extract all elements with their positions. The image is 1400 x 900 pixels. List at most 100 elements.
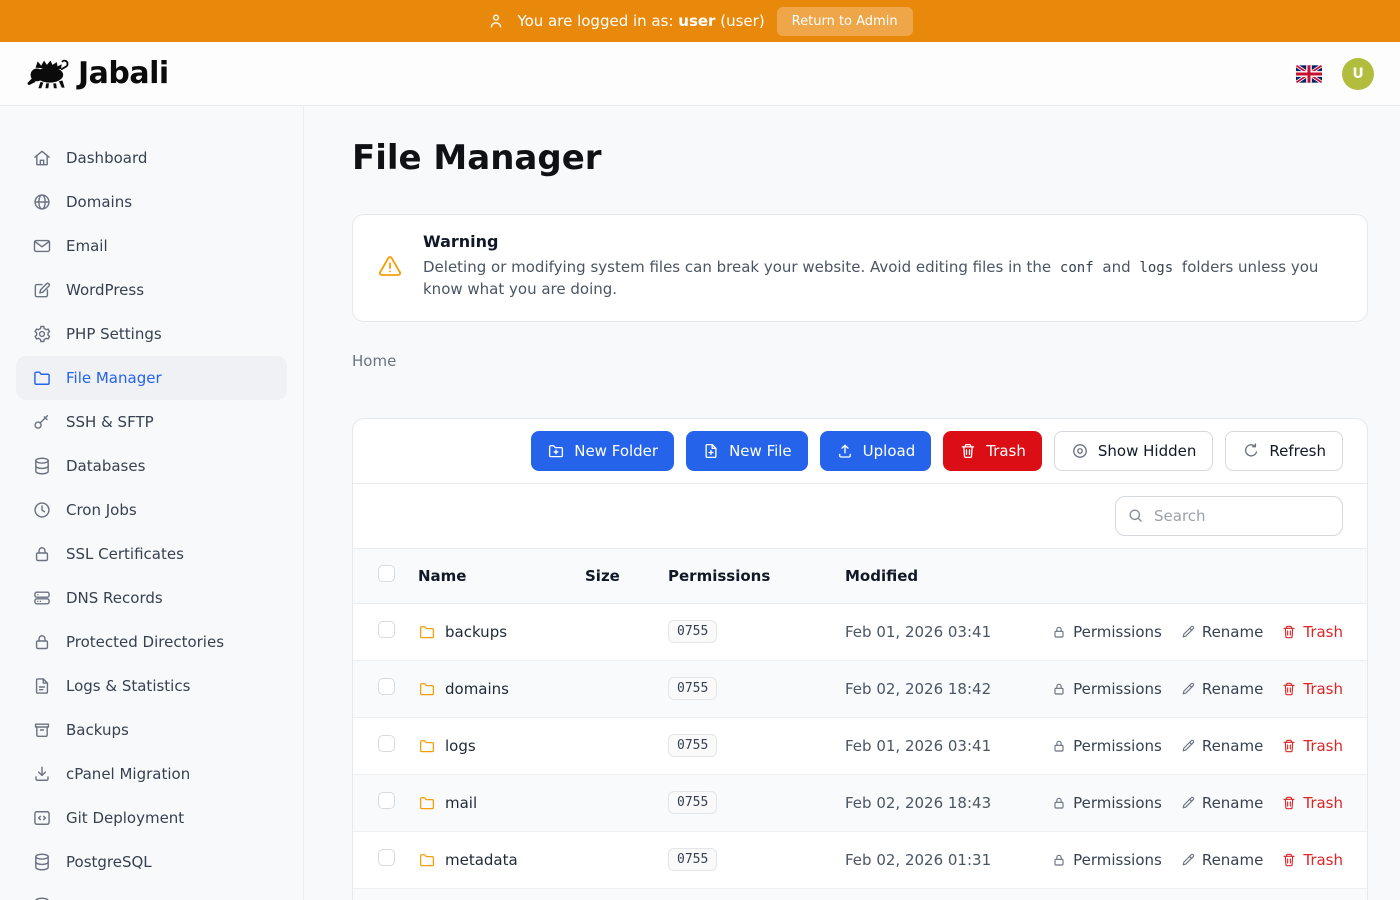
file-name-link[interactable]: metadata [418, 851, 585, 869]
file-name-link[interactable]: domains [418, 680, 585, 698]
file-toolbar: New Folder New File Upload Trash Show Hi… [353, 419, 1367, 484]
rename-action[interactable]: Rename [1180, 623, 1264, 641]
file-manager-card: New Folder New File Upload Trash Show Hi… [352, 418, 1368, 900]
upload-button[interactable]: Upload [820, 431, 932, 471]
refresh-icon [1242, 442, 1260, 460]
sidebar-item-label: Domains [66, 193, 132, 211]
row-checkbox[interactable] [378, 621, 395, 638]
file-name-link[interactable]: logs [418, 737, 585, 755]
sidebar-item-git-deployment[interactable]: Git Deployment [16, 796, 287, 840]
new-file-button[interactable]: New File [686, 431, 808, 471]
sidebar-item-dns-records[interactable]: DNS Records [16, 576, 287, 620]
sidebar-item-email[interactable]: Email [16, 224, 287, 268]
select-all-checkbox[interactable] [378, 565, 395, 582]
permissions-action[interactable]: Permissions [1051, 794, 1162, 812]
permissions-action[interactable]: Permissions [1051, 737, 1162, 755]
box-icon [32, 720, 52, 740]
modified-date [845, 888, 1067, 900]
sidebar-item-label: Git Deployment [66, 809, 184, 827]
folder-icon [418, 623, 436, 641]
column-header-size: Size [585, 549, 668, 603]
folder-icon [418, 680, 436, 698]
column-header-modified: Modified [845, 549, 1067, 603]
modified-date: Feb 01, 2026 03:41 [845, 603, 1067, 660]
user-avatar[interactable]: U [1342, 58, 1374, 90]
sidebar-item-ssl-certificates[interactable]: SSL Certificates [16, 532, 287, 576]
gear-icon [32, 324, 52, 344]
return-to-admin-button[interactable]: Return to Admin [777, 7, 913, 36]
permissions-action[interactable]: Permissions [1051, 623, 1162, 641]
file-name-link[interactable]: backups [418, 623, 585, 641]
file-table: Name Size Permissions Modified backups07… [353, 549, 1367, 900]
sidebar-item-partial[interactable] [16, 884, 287, 900]
sidebar-item-protected-directories[interactable]: Protected Directories [16, 620, 287, 664]
folder-icon [418, 794, 436, 812]
refresh-button[interactable]: Refresh [1225, 431, 1343, 471]
sidebar-item-domains[interactable]: Domains [16, 180, 287, 224]
trash-action[interactable]: Trash [1281, 851, 1343, 869]
sidebar-item-backups[interactable]: Backups [16, 708, 287, 752]
server-icon [32, 588, 52, 608]
file-name-link[interactable]: mail [418, 794, 585, 812]
sidebar-item-label: File Manager [66, 369, 162, 387]
download-icon [32, 764, 52, 784]
row-checkbox[interactable] [378, 678, 395, 695]
permissions-badge: 0755 [668, 791, 717, 814]
trash-icon [1281, 681, 1297, 697]
sidebar-item-postgresql[interactable]: PostgreSQL [16, 840, 287, 884]
permissions-badge: 0755 [668, 734, 717, 757]
permissions-badge: 0755 [668, 620, 717, 643]
sidebar-item-php-settings[interactable]: PHP Settings [16, 312, 287, 356]
breadcrumb-home-link[interactable]: Home [352, 352, 396, 370]
sidebar-item-databases[interactable]: Databases [16, 444, 287, 488]
sidebar-item-ssh-sftp[interactable]: SSH & SFTP [16, 400, 287, 444]
mail-icon [32, 236, 52, 256]
rename-action[interactable]: Rename [1180, 737, 1264, 755]
sidebar-item-label: Email [66, 237, 108, 255]
search-input[interactable] [1115, 496, 1343, 536]
trash-action[interactable]: Trash [1281, 680, 1343, 698]
show-hidden-button[interactable]: Show Hidden [1054, 431, 1213, 471]
sidebar-item-cpanel-migration[interactable]: cPanel Migration [16, 752, 287, 796]
sidebar-item-wordpress[interactable]: WordPress [16, 268, 287, 312]
brand-logo[interactable]: Jabali [26, 55, 169, 93]
trash-action[interactable]: Trash [1281, 623, 1343, 641]
sidebar-item-label: DNS Records [66, 589, 163, 607]
sidebar-item-label: Dashboard [66, 149, 147, 167]
permissions-action[interactable]: Permissions [1051, 851, 1162, 869]
permissions-action[interactable]: Permissions [1051, 680, 1162, 698]
rename-action[interactable]: Rename [1180, 851, 1264, 869]
modified-date: Feb 02, 2026 18:43 [845, 774, 1067, 831]
sidebar-item-dashboard[interactable]: Dashboard [16, 136, 287, 180]
file-name: domains [445, 680, 509, 698]
new-folder-button[interactable]: New Folder [531, 431, 674, 471]
logged-in-text: You are logged in as: user (user) [517, 12, 764, 30]
rename-action[interactable]: Rename [1180, 680, 1264, 698]
row-checkbox[interactable] [378, 792, 395, 809]
upload-icon [836, 442, 854, 460]
table-row: mail 0755 Feb 02, 2026 18:43Permissions Ren… [353, 774, 1367, 831]
row-checkbox[interactable] [378, 849, 395, 866]
row-checkbox[interactable] [378, 735, 395, 752]
main-content: File Manager Warning Deleting or modifyi… [304, 106, 1400, 900]
trash-action[interactable]: Trash [1281, 794, 1343, 812]
impersonation-banner: You are logged in as: user (user) Return… [0, 0, 1400, 42]
sidebar-item-file-manager[interactable]: File Manager [16, 356, 287, 400]
rename-action[interactable]: Rename [1180, 794, 1264, 812]
show-hidden-eye-icon [1071, 442, 1089, 460]
globe-icon [32, 192, 52, 212]
sidebar-item-label: Protected Directories [66, 633, 224, 651]
page-title: File Manager [352, 138, 1368, 178]
sidebar-item-logs-statistics[interactable]: Logs & Statistics [16, 664, 287, 708]
trash-button[interactable]: Trash [943, 431, 1042, 471]
boar-logo-icon [26, 55, 72, 93]
sidebar-item-label: PostgreSQL [66, 853, 152, 871]
lock-icon [1051, 624, 1067, 640]
trash-action[interactable]: Trash [1281, 737, 1343, 755]
app-header: Jabali U [0, 42, 1400, 106]
language-flag-icon[interactable] [1296, 65, 1322, 83]
warning-triangle-icon [377, 253, 403, 279]
database-icon [32, 896, 52, 900]
sidebar-item-cron-jobs[interactable]: Cron Jobs [16, 488, 287, 532]
trash-icon [959, 442, 977, 460]
